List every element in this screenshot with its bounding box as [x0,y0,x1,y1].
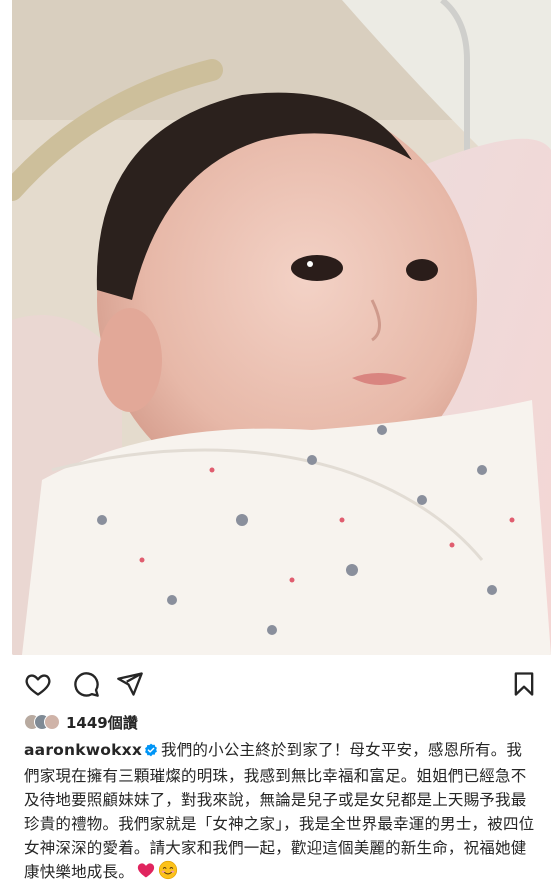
likes-count[interactable]: 1449個讚 [66,712,138,733]
likes-row: 1449個讚 [24,710,138,734]
post-caption: aaronkwokxx 我們的小公主終於到家了！母女平安，感恩所有。我們家現在擁有… [24,738,536,887]
caption-text: 我們的小公主終於到家了！母女平安，感恩所有。我們家現在擁有三顆璀燦的明珠，我感到… [24,741,535,881]
verified-badge-icon [144,740,158,764]
heart-emoji [136,860,156,887]
newborn-photo [12,0,551,655]
like-icon[interactable] [22,668,54,700]
share-icon[interactable] [114,668,146,700]
username[interactable]: aaronkwokxx [24,741,142,759]
save-icon[interactable] [508,668,540,700]
smiling-face-emoji [158,860,178,887]
liker-avatars[interactable] [24,712,64,732]
avatar [44,714,60,730]
post-action-bar [0,660,558,708]
post-photo[interactable] [12,0,551,655]
comment-icon[interactable] [70,668,102,700]
